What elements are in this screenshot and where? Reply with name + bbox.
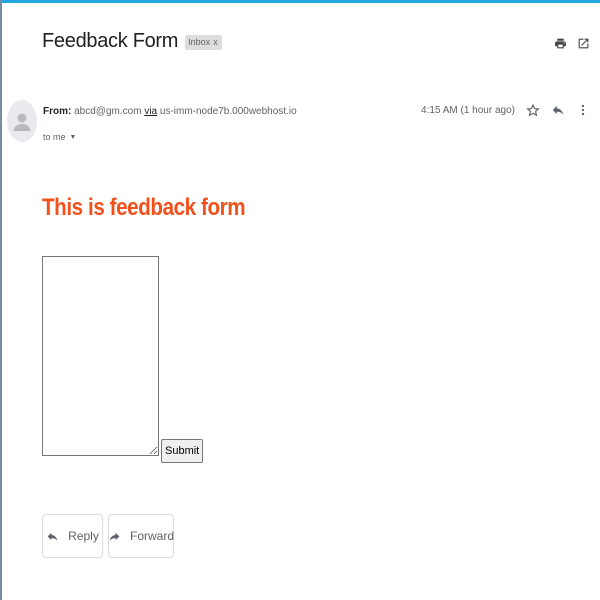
reply-icon — [46, 530, 59, 543]
from-line: From: abcd@gm.com via us-imm-node7b.000w… — [43, 106, 297, 117]
top-toolbar — [553, 36, 590, 50]
sender-avatar — [7, 100, 37, 142]
reply-button[interactable]: Reply — [42, 514, 103, 558]
inbox-label-text: Inbox — [188, 37, 211, 47]
submit-button[interactable]: Submit — [161, 439, 204, 463]
remove-label-button[interactable]: x — [213, 37, 218, 47]
recipient-line: to me ▼ — [43, 132, 76, 142]
email-subject: Feedback Form — [42, 30, 179, 52]
print-icon[interactable] — [553, 36, 567, 50]
recipient-text: to me — [43, 132, 66, 142]
sender-address[interactable]: abcd@gm.com — [74, 106, 141, 117]
feedback-heading: This is feedback form — [42, 194, 246, 221]
show-details-chevron-down-icon[interactable]: ▼ — [70, 134, 77, 141]
subject-row: Feedback Form Inbox x — [42, 30, 222, 53]
person-avatar-icon — [13, 113, 31, 131]
reply-label: Reply — [68, 529, 99, 543]
from-label: From: — [43, 106, 72, 117]
inbox-label-chip: Inbox x — [185, 35, 222, 50]
feedback-textarea[interactable] — [42, 256, 159, 456]
forward-button[interactable]: Forward — [108, 514, 174, 558]
via-host: us-imm-node7b.000webhost.io — [159, 106, 297, 117]
more-vert-icon[interactable] — [576, 103, 590, 117]
left-edge-rule — [0, 0, 2, 600]
top-accent-bar — [0, 0, 600, 3]
forward-icon — [108, 530, 121, 543]
message-meta: 4:15 AM (1 hour ago) — [421, 103, 590, 117]
open-in-new-window-icon[interactable] — [576, 36, 590, 50]
reply-icon[interactable] — [551, 103, 565, 117]
message-timestamp: 4:15 AM (1 hour ago) — [421, 104, 515, 116]
forward-label: Forward — [130, 529, 175, 543]
star-icon[interactable] — [526, 103, 540, 117]
via-link[interactable]: via — [144, 106, 157, 117]
